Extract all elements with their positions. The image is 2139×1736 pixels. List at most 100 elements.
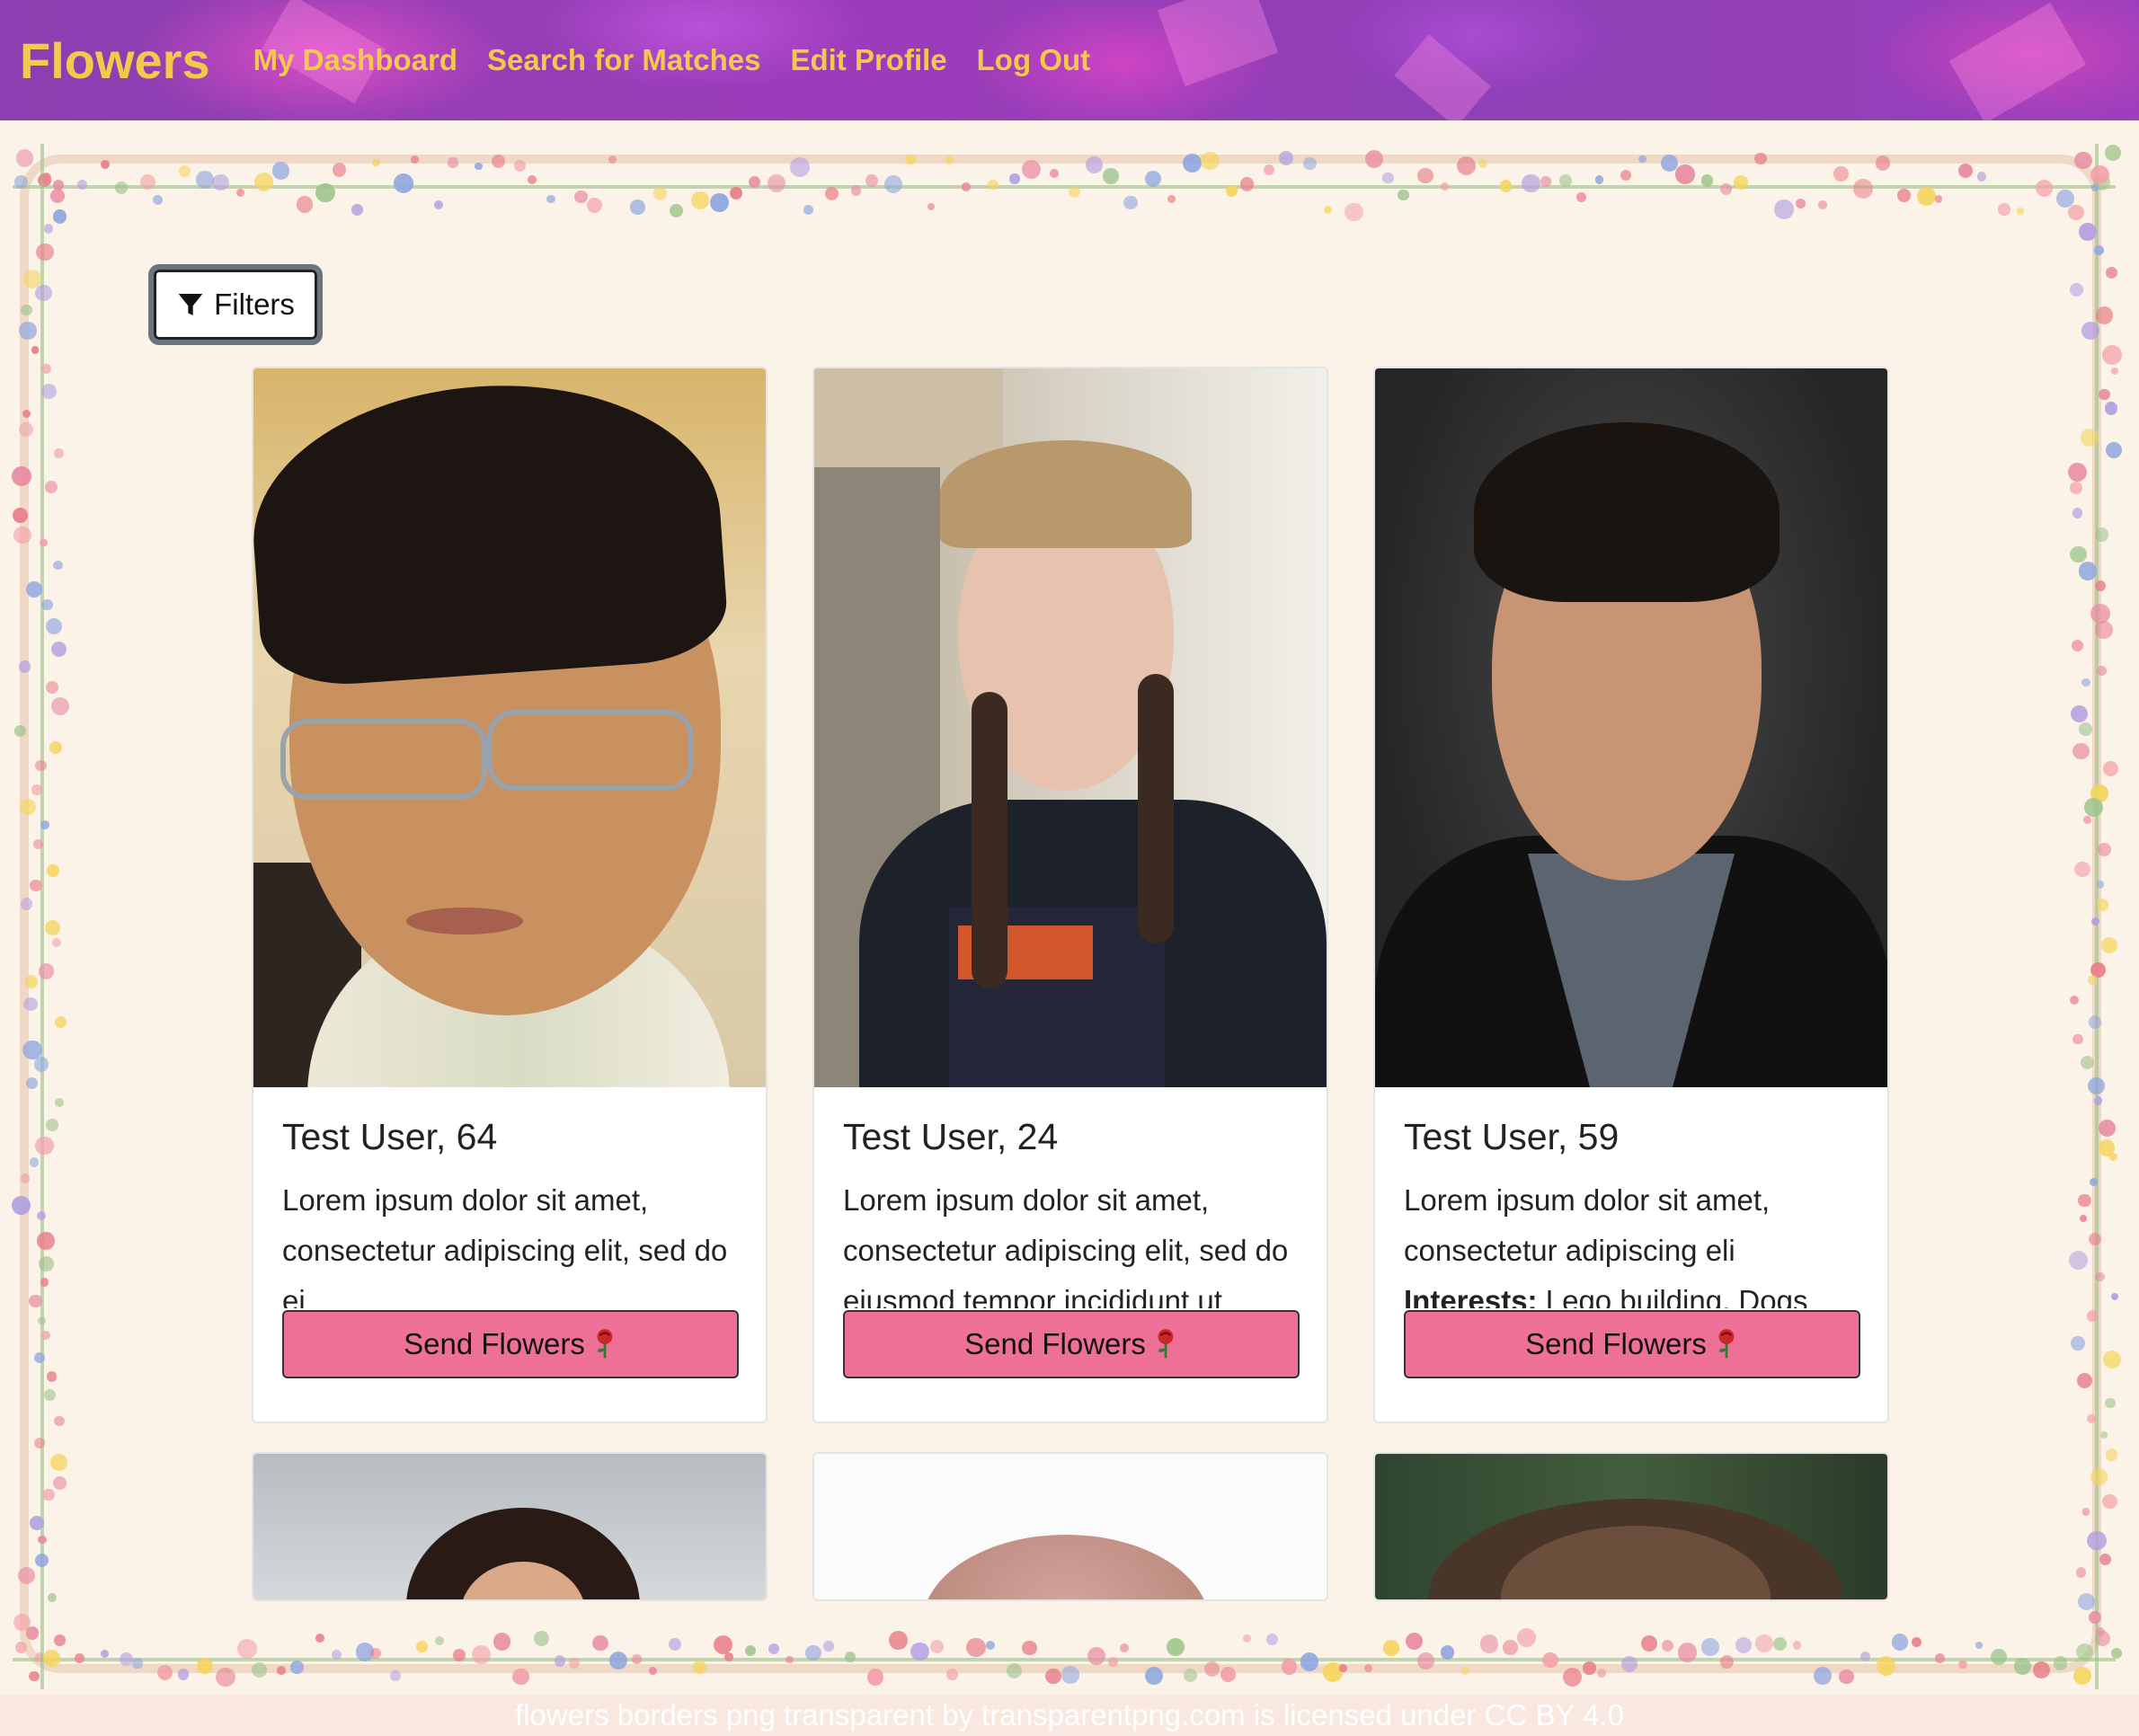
- flower-petal-icon: [115, 181, 129, 195]
- flower-petal-icon: [789, 157, 810, 178]
- flower-petal-icon: [2105, 1448, 2118, 1462]
- send-flowers-button[interactable]: Send Flowers: [282, 1310, 739, 1378]
- profile-photo[interactable]: [814, 368, 1327, 1087]
- flower-petal-icon: [1897, 189, 1911, 203]
- rose-icon: [1718, 1329, 1735, 1359]
- flower-petal-icon: [632, 1654, 642, 1664]
- flower-petal-icon: [1479, 1634, 1499, 1653]
- flower-petal-icon: [43, 224, 54, 234]
- nav-background-shard: [1394, 34, 1491, 120]
- flower-petal-icon: [1281, 1659, 1298, 1675]
- flower-petal-icon: [2095, 306, 2114, 324]
- flower-petal-icon: [415, 1640, 428, 1652]
- flower-petal-icon: [1640, 1634, 1657, 1652]
- flower-petal-icon: [2095, 621, 2113, 639]
- flower-petal-icon: [1398, 189, 1409, 200]
- flower-petal-icon: [1263, 164, 1274, 176]
- interests-label: Interests:: [1404, 1284, 1538, 1308]
- flower-petal-icon: [2094, 580, 2107, 592]
- flower-petal-icon: [120, 1652, 134, 1666]
- photo-background-shape: [280, 719, 487, 800]
- photo-background-shape: [972, 692, 1007, 988]
- flower-petal-icon: [197, 1658, 214, 1675]
- flower-petal-icon: [19, 322, 38, 341]
- profile-photo[interactable]: [253, 1454, 766, 1599]
- flower-petal-icon: [1975, 1642, 1983, 1650]
- flower-petal-icon: [2102, 1493, 2117, 1510]
- flower-petal-icon: [1382, 173, 1394, 184]
- flower-petal-icon: [2072, 508, 2083, 518]
- send-flowers-button[interactable]: Send Flowers: [1404, 1310, 1860, 1378]
- flower-petal-icon: [2089, 1610, 2102, 1624]
- flower-petal-icon: [38, 962, 55, 979]
- card-body: Test User, 64 Lorem ipsum dolor sit amet…: [253, 1087, 766, 1378]
- flower-petal-icon: [212, 173, 229, 191]
- flower-petal-icon: [1594, 175, 1604, 184]
- flower-petal-icon: [1303, 156, 1317, 171]
- flower-petal-icon: [50, 1453, 68, 1471]
- flower-petal-icon: [100, 160, 111, 170]
- flower-petal-icon: [47, 1592, 58, 1603]
- rose-icon: [1158, 1329, 1174, 1359]
- flower-petal-icon: [1833, 166, 1849, 182]
- image-credit: flowers borders png transparent by trans…: [0, 1695, 2139, 1736]
- flower-petal-icon: [1853, 178, 1874, 199]
- flower-petal-icon: [45, 919, 61, 935]
- flower-petal-icon: [2086, 1310, 2099, 1322]
- flower-petal-icon: [2096, 881, 2105, 889]
- flower-petal-icon: [14, 725, 26, 737]
- flower-petal-icon: [35, 284, 52, 302]
- garland-vine: [40, 144, 44, 1689]
- flower-petal-icon: [1339, 1664, 1347, 1672]
- flower-petal-icon: [729, 187, 742, 200]
- flower-petal-icon: [2088, 1076, 2106, 1095]
- profile-photo[interactable]: [814, 1454, 1327, 1599]
- flower-petal-icon: [1120, 1643, 1130, 1653]
- flower-petal-icon: [20, 1174, 31, 1183]
- nav-link-dashboard[interactable]: My Dashboard: [253, 43, 457, 77]
- profile-photo[interactable]: [253, 368, 766, 1087]
- flower-petal-icon: [235, 189, 245, 198]
- flower-petal-icon: [1583, 1661, 1596, 1675]
- flower-petal-icon: [2069, 282, 2083, 297]
- flower-petal-icon: [2013, 1658, 2031, 1676]
- flower-petal-icon: [43, 1649, 60, 1667]
- flower-petal-icon: [1735, 1636, 1752, 1653]
- flower-petal-icon: [33, 1057, 49, 1072]
- flower-petal-icon: [19, 660, 31, 673]
- nav-link-search-matches[interactable]: Search for Matches: [487, 43, 760, 77]
- filters-button[interactable]: Filters: [148, 264, 323, 345]
- brand-logo[interactable]: Flowers: [20, 31, 210, 90]
- flower-petal-icon: [2036, 180, 2053, 197]
- filters-label: Filters: [214, 288, 295, 321]
- flower-petal-icon: [50, 641, 67, 658]
- card-title: Test User, 64: [282, 1116, 498, 1157]
- flower-petal-icon: [2088, 1233, 2102, 1246]
- profile-photo[interactable]: [1375, 368, 1887, 1087]
- flower-petal-icon: [2079, 223, 2097, 241]
- nav-link-edit-profile[interactable]: Edit Profile: [790, 43, 946, 77]
- flower-petal-icon: [1383, 1640, 1400, 1657]
- rose-icon: [597, 1329, 613, 1359]
- flower-petal-icon: [177, 1668, 190, 1680]
- flower-petal-icon: [40, 1278, 49, 1287]
- flower-petal-icon: [710, 193, 730, 213]
- flower-petal-icon: [1239, 177, 1255, 191]
- flower-petal-icon: [1720, 1654, 1735, 1669]
- nav-link-log-out[interactable]: Log Out: [977, 43, 1090, 77]
- profile-photo[interactable]: [1375, 1454, 1887, 1599]
- flower-petal-icon: [1522, 173, 1540, 193]
- flower-petal-icon: [2090, 183, 2099, 191]
- flower-petal-icon: [1405, 1632, 1423, 1651]
- photo-background-shape: [253, 370, 731, 690]
- flower-petal-icon: [12, 507, 29, 523]
- flower-petal-icon: [1678, 1643, 1698, 1662]
- flower-petal-icon: [1935, 195, 1943, 203]
- flower-petal-icon: [1795, 198, 1806, 209]
- send-flowers-button[interactable]: Send Flowers: [843, 1310, 1300, 1378]
- flower-petal-icon: [21, 304, 32, 316]
- card-bio: Lorem ipsum dolor sit amet, consectetur …: [1404, 1175, 1859, 1308]
- flower-petal-icon: [1456, 156, 1477, 176]
- flower-petal-icon: [1417, 167, 1434, 184]
- flower-petal-icon: [23, 996, 38, 1012]
